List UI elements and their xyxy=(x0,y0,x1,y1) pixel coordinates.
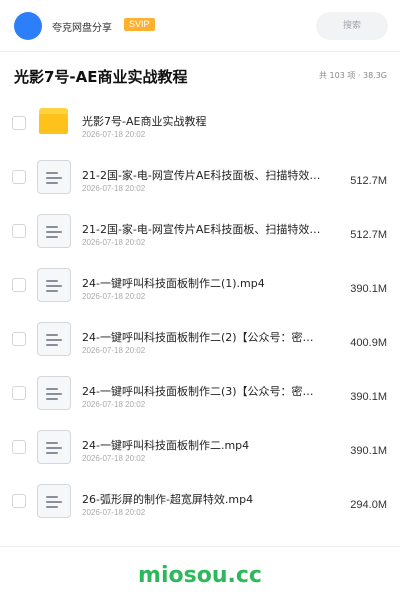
video-file-icon xyxy=(37,376,71,410)
file-size: 390.1M xyxy=(350,391,387,403)
row-checkbox[interactable] xyxy=(12,494,26,508)
file-name: 24-一键呼叫科技面板制作二(2)【公众号：密知圈… xyxy=(82,331,322,344)
file-date: 2026-07-18 20:02 xyxy=(82,346,146,355)
file-name: 21-2国-家-电-网宣传片AE科技面板、扫描特效… xyxy=(82,169,321,182)
file-size: 512.7M xyxy=(350,229,387,241)
video-file-icon xyxy=(37,322,71,356)
file-name: 26-弧形屏的制作-超宽屏特效.mp4 xyxy=(82,493,254,506)
svip-badge: SVIP xyxy=(124,18,155,31)
row-checkbox[interactable] xyxy=(12,170,26,184)
file-name: 光影7号-AE商业实战教程 xyxy=(82,115,207,128)
row-checkbox[interactable] xyxy=(12,224,26,238)
video-file-icon xyxy=(37,430,71,464)
video-file-icon xyxy=(37,160,71,194)
video-file-icon xyxy=(37,268,71,302)
list-item[interactable]: 24-一键呼叫科技面板制作二(2)【公众号：密知圈… 2026-07-18 20… xyxy=(0,313,400,367)
file-date: 2026-07-18 20:02 xyxy=(82,130,146,139)
page-title: 光影7号-AE商业实战教程 xyxy=(14,68,188,86)
file-name: 21-2国-家-电-网宣传片AE科技面板、扫描特效… xyxy=(82,223,321,236)
list-item[interactable]: 24-一键呼叫科技面板制作二(1).mp4 2026-07-18 20:02 3… xyxy=(0,259,400,313)
file-date: 2026-07-18 20:02 xyxy=(82,238,146,247)
row-checkbox[interactable] xyxy=(12,116,26,130)
row-checkbox[interactable] xyxy=(12,440,26,454)
list-item[interactable]: 21-2国-家-电-网宣传片AE科技面板、扫描特效… 2026-07-18 20… xyxy=(0,205,400,259)
file-name: 24-一键呼叫科技面板制作二.mp4 xyxy=(82,439,250,452)
divider xyxy=(0,546,400,547)
search-input[interactable]: 搜索 xyxy=(316,12,388,40)
folder-icon xyxy=(39,108,68,134)
file-date: 2026-07-18 20:02 xyxy=(82,454,146,463)
file-date: 2026-07-18 20:02 xyxy=(82,400,146,409)
file-name: 24-一键呼叫科技面板制作二(3)【公众号：密知圈… xyxy=(82,385,322,398)
file-size: 400.9M xyxy=(350,337,387,349)
file-date: 2026-07-18 20:02 xyxy=(82,292,146,301)
row-checkbox[interactable] xyxy=(12,278,26,292)
watermark: miosou.cc xyxy=(138,563,262,588)
list-item[interactable]: 24-一键呼叫科技面板制作二.mp4 2026-07-18 20:02 390.… xyxy=(0,421,400,475)
file-size: 390.1M xyxy=(350,445,387,457)
row-checkbox[interactable] xyxy=(12,332,26,346)
folder-header: 光影7号-AE商业实战教程 共 103 项 · 38.3G xyxy=(0,52,400,100)
video-file-icon xyxy=(37,214,71,248)
file-size: 294.0M xyxy=(350,499,387,511)
file-date: 2026-07-18 20:02 xyxy=(82,508,146,517)
item-summary: 共 103 项 · 38.3G xyxy=(319,71,387,80)
file-list: 光影7号-AE商业实战教程 2026-07-18 20:02 21-2国-家-电… xyxy=(0,97,400,529)
list-item[interactable]: 26-弧形屏的制作-超宽屏特效.mp4 2026-07-18 20:02 294… xyxy=(0,475,400,529)
avatar[interactable] xyxy=(14,12,42,40)
file-name: 24-一键呼叫科技面板制作二(1).mp4 xyxy=(82,277,265,290)
list-item[interactable]: 21-2国-家-电-网宣传片AE科技面板、扫描特效… 2026-07-18 20… xyxy=(0,151,400,205)
row-checkbox[interactable] xyxy=(12,386,26,400)
list-item[interactable]: 24-一键呼叫科技面板制作二(3)【公众号：密知圈… 2026-07-18 20… xyxy=(0,367,400,421)
video-file-icon xyxy=(37,484,71,518)
file-size: 512.7M xyxy=(350,175,387,187)
list-item[interactable]: 光影7号-AE商业实战教程 2026-07-18 20:02 xyxy=(0,97,400,151)
share-name: 夸克网盘分享 xyxy=(52,23,112,34)
top-bar: 夸克网盘分享 SVIP 搜索 xyxy=(0,0,400,52)
file-size: 390.1M xyxy=(350,283,387,295)
file-date: 2026-07-18 20:02 xyxy=(82,184,146,193)
